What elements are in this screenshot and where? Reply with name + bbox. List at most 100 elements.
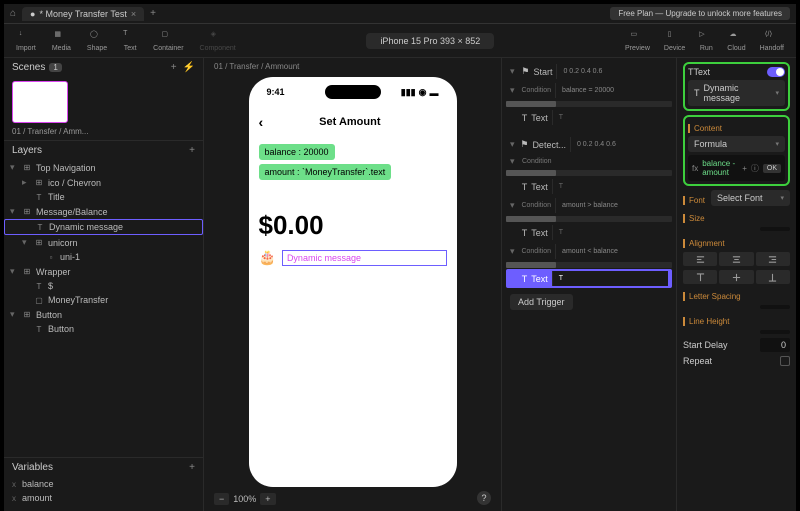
device-selector[interactable]: iPhone 15 Pro 393 × 852 xyxy=(366,33,494,49)
component-icon: ◈ xyxy=(211,30,225,44)
layer-title[interactable]: TTitle xyxy=(4,190,203,204)
action-text-2[interactable]: TTextT xyxy=(506,177,672,196)
layer-button[interactable]: ▾⊞Button xyxy=(4,307,203,322)
condition-row-3[interactable]: ▾Conditionamount > balance xyxy=(506,196,672,215)
layer-chevron[interactable]: ▸⊞ico / Chevron xyxy=(4,175,203,190)
inspector-panel: T Text T Dynamic message ▾ Content Formu… xyxy=(676,58,796,511)
timeline[interactable] xyxy=(506,101,672,107)
variable-balance[interactable]: xbalance xyxy=(4,477,203,491)
handoff-tool[interactable]: ⟨/⟩Handoff xyxy=(754,28,790,54)
text-icon: T xyxy=(522,113,528,123)
condition-row[interactable]: ▾Conditionbalance = 20000 xyxy=(506,81,672,100)
tab-title: * Money Transfer Test xyxy=(39,9,126,19)
media-tool[interactable]: ▦Media xyxy=(46,28,77,54)
cake-icon: 🎂 xyxy=(259,249,276,266)
dynamic-message-field[interactable]: Dynamic message xyxy=(282,250,447,266)
timeline[interactable] xyxy=(506,216,672,222)
container-tool[interactable]: ▢Container xyxy=(147,28,189,54)
text-icon: T xyxy=(522,182,528,192)
breadcrumb[interactable]: 01 / Transfer / Ammount xyxy=(204,58,309,75)
add-trigger-button[interactable]: Add Trigger xyxy=(510,294,573,310)
font-dropdown[interactable]: Select Font▾ xyxy=(711,190,790,206)
layer-dynamic-message[interactable]: TDynamic message xyxy=(4,219,203,235)
size-field[interactable] xyxy=(760,227,790,231)
layer-moneytransfer[interactable]: ▢MoneyTransfer xyxy=(4,293,203,307)
var-icon: x xyxy=(12,480,16,489)
tab-close-icon[interactable]: × xyxy=(131,9,136,19)
text-toggle[interactable] xyxy=(767,67,785,77)
text-tool[interactable]: TText xyxy=(117,28,143,54)
phone-frame: 9:41 ▮▮▮ ◉ ▬ ‹ Set Amount balance : 2000… xyxy=(249,77,457,487)
layers-tree: ▾⊞Top Navigation ▸⊞ico / Chevron TTitle … xyxy=(4,160,203,457)
device-tool[interactable]: ▯Device xyxy=(658,28,691,54)
signal-icon: ▮▮▮ xyxy=(401,87,416,98)
content-type-dropdown[interactable]: Formula ▾ xyxy=(688,136,785,152)
shape-tool[interactable]: ◯Shape xyxy=(81,28,113,54)
action-text-3[interactable]: TTextT xyxy=(506,223,672,242)
line-height-label: Line Height xyxy=(683,317,790,326)
preview-tool[interactable]: ▭Preview xyxy=(619,28,656,54)
align-center-button[interactable] xyxy=(719,252,753,266)
screen-title: Set Amount xyxy=(267,116,432,128)
add-layer-icon[interactable]: + xyxy=(189,145,195,156)
letter-spacing-field[interactable] xyxy=(760,305,790,309)
layers-label: Layers xyxy=(12,145,42,156)
free-plan-banner[interactable]: Free Plan — Upgrade to unlock more featu… xyxy=(610,7,790,20)
canvas[interactable]: 01 / Transfer / Ammount 9:41 ▮▮▮ ◉ ▬ ‹ S… xyxy=(204,58,501,511)
tab-add-button[interactable]: + xyxy=(150,8,156,19)
align-left-button[interactable] xyxy=(683,252,717,266)
flag-icon: ⚑ xyxy=(520,139,528,150)
timeline[interactable] xyxy=(506,262,672,268)
zoom-in-button[interactable]: + xyxy=(260,493,275,505)
layer-wrapper[interactable]: ▾⊞Wrapper xyxy=(4,264,203,279)
layer-topnav[interactable]: ▾⊞Top Navigation xyxy=(4,160,203,175)
layer-msgbal[interactable]: ▾⊞Message/Balance xyxy=(4,204,203,219)
text-dropdown[interactable]: T Dynamic message ▾ xyxy=(688,80,785,106)
condition-row-4[interactable]: ▾Conditionamount < balance xyxy=(506,242,672,261)
action-text[interactable]: TTextT xyxy=(506,108,672,127)
layer-button-child[interactable]: TButton xyxy=(4,322,203,336)
timeline[interactable] xyxy=(506,170,672,176)
component-tool: ◈Component xyxy=(194,28,242,54)
trigger-detect[interactable]: ▾⚑Detect...0 0.2 0.4 0.6 xyxy=(506,135,672,154)
scenes-count: 1 xyxy=(49,63,61,72)
repeat-checkbox[interactable] xyxy=(780,356,790,366)
layer-dollar[interactable]: T$ xyxy=(4,279,203,293)
scene-thumbnail[interactable] xyxy=(12,81,68,123)
line-height-field[interactable] xyxy=(760,330,790,334)
help-button[interactable]: ? xyxy=(477,491,491,505)
zoom-out-button[interactable]: − xyxy=(214,493,229,505)
align-bottom-button[interactable] xyxy=(756,270,790,284)
main-area: Scenes 1 + ⚡ 01 / Transfer / Amm... Laye… xyxy=(4,58,796,511)
home-icon[interactable]: ⌂ xyxy=(10,8,16,19)
run-tool[interactable]: ▷Run xyxy=(693,28,719,54)
cloud-tool[interactable]: ☁Cloud xyxy=(721,28,751,54)
import-tool[interactable]: ↓Import xyxy=(10,28,42,54)
action-text-selected[interactable]: TTextT xyxy=(506,269,672,288)
back-chevron-icon[interactable]: ‹ xyxy=(259,114,264,130)
formula-info-icon[interactable]: ⓘ xyxy=(751,163,759,174)
text-icon: T xyxy=(522,274,528,284)
scene-flash-icon[interactable]: ⚡ xyxy=(183,62,195,73)
layer-unicorn[interactable]: ▾⊞unicorn xyxy=(4,235,203,250)
content-section-highlight: Content Formula ▾ fx balance - amount + … xyxy=(683,115,790,186)
variable-amount[interactable]: xamount xyxy=(4,491,203,505)
media-icon: ▦ xyxy=(54,30,68,44)
scene-name: 01 / Transfer / Amm... xyxy=(4,127,203,140)
chip-amount: amount : `MoneyTransfer`.text xyxy=(259,164,392,180)
add-variable-icon[interactable]: + xyxy=(189,462,195,473)
debug-chips: balance : 20000 amount : `MoneyTransfer`… xyxy=(259,144,447,180)
condition-row-2[interactable]: ▾Condition xyxy=(506,154,672,169)
start-delay-field[interactable]: 0 xyxy=(760,338,790,352)
add-scene-icon[interactable]: + xyxy=(171,62,177,73)
layer-uni1[interactable]: ▫uni-1 xyxy=(4,250,203,264)
align-top-button[interactable] xyxy=(683,270,717,284)
align-right-button[interactable] xyxy=(756,252,790,266)
flag-icon: ⚑ xyxy=(521,66,529,77)
document-tab[interactable]: ● * Money Transfer Test × xyxy=(22,7,144,21)
formula-input[interactable]: fx balance - amount + ⓘ OK xyxy=(688,155,785,181)
formula-add-icon[interactable]: + xyxy=(742,164,747,173)
trigger-start[interactable]: ▾⚑Start0 0.2 0.4 0.6 xyxy=(506,62,672,81)
align-middle-button[interactable] xyxy=(719,270,753,284)
formula-ok-button[interactable]: OK xyxy=(763,164,781,173)
